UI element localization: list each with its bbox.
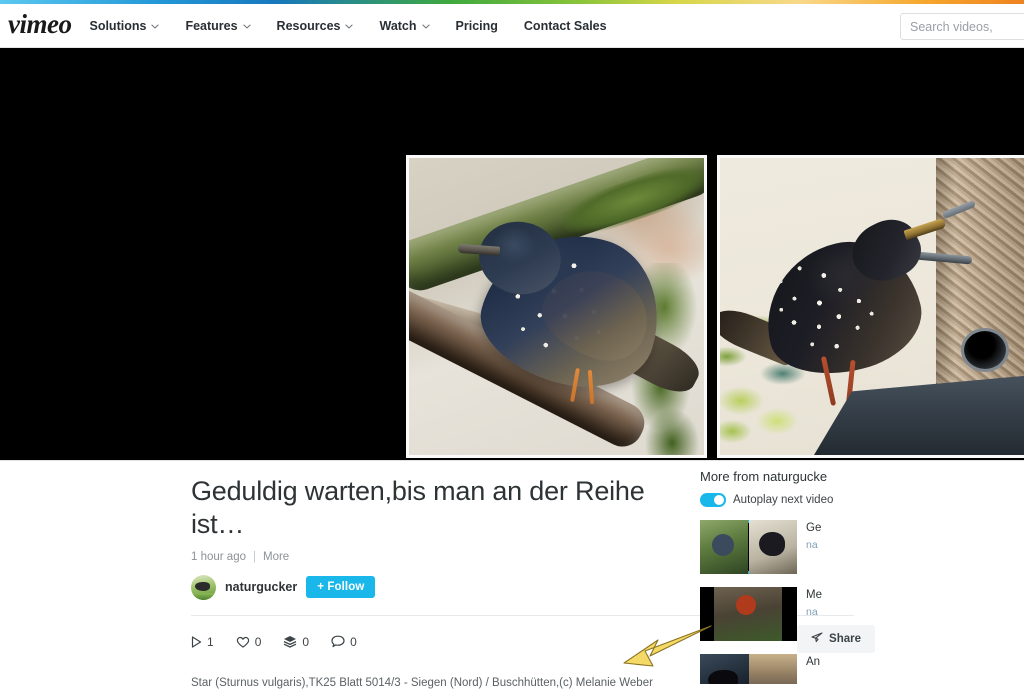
sidebar-video-item-3[interactable]: An: [700, 654, 833, 684]
stat-likes[interactable]: 0: [236, 634, 262, 649]
stat-comments[interactable]: 0: [331, 635, 357, 649]
thumbnail-meta: Me na: [806, 587, 822, 618]
site-header: vimeo Solutions Features Resources Watch: [0, 4, 1024, 48]
autoplay-row: Autoplay next video: [700, 493, 833, 507]
video-title: Geduldig warten,bis man an der Reihe ist…: [191, 476, 645, 539]
thumbnail-meta: An: [806, 654, 820, 673]
stat-collections[interactable]: 0: [283, 635, 309, 649]
nav-label-solutions: Solutions: [89, 18, 147, 33]
sidebar-video-title: An: [806, 656, 821, 668]
collection-icon: [283, 635, 297, 649]
starling-on-branch: [457, 212, 704, 421]
nav-item-watch[interactable]: Watch: [379, 18, 430, 33]
stat-value-plays: 1: [207, 634, 214, 649]
comment-icon: [331, 635, 345, 648]
video-frames: [406, 155, 1024, 458]
chevron-down-icon: [345, 24, 354, 29]
chevron-down-icon: [421, 24, 430, 29]
stat-value-likes: 0: [254, 634, 262, 649]
sidebar-video-author: na: [806, 539, 818, 551]
thumbnail-meta: Ge na: [806, 520, 821, 551]
more-link[interactable]: More: [263, 551, 289, 563]
video-frame-left: [406, 155, 707, 458]
main-navigation: Solutions Features Resources Watch Prici…: [89, 19, 632, 33]
thumb-art-left: [700, 520, 748, 574]
thumb-art-right: [749, 520, 797, 574]
thumb-art: [714, 587, 782, 641]
video-frame-right: [717, 155, 1024, 458]
search-input[interactable]: [900, 13, 1024, 40]
leg-right: [587, 369, 595, 405]
starling-legs: [567, 367, 617, 416]
nav-item-solutions[interactable]: Solutions: [89, 18, 160, 33]
stat-value-comments: 0: [350, 634, 357, 649]
sidebar-video-item-1[interactable]: Ge na: [700, 520, 833, 574]
nav-label-features: Features: [185, 18, 238, 33]
nav-item-contact-sales[interactable]: Contact Sales: [524, 19, 607, 33]
meta-divider: |: [253, 550, 256, 563]
leg-left: [570, 367, 580, 403]
stat-plays[interactable]: 1: [191, 635, 214, 649]
nav-label-resources: Resources: [276, 18, 341, 33]
sidebar-video-author: na: [806, 606, 818, 618]
starling-beak: [903, 217, 947, 241]
stat-value-collections: 0: [302, 634, 310, 649]
nav-label-contact-sales: Contact Sales: [523, 18, 607, 33]
nav-item-resources[interactable]: Resources: [277, 19, 354, 33]
video-player[interactable]: [0, 48, 1024, 460]
chevron-down-icon: [151, 24, 160, 29]
chevron-down-icon: [242, 24, 251, 29]
thumbnail: [700, 587, 797, 641]
nav-item-pricing[interactable]: Pricing: [456, 19, 498, 33]
heart-icon: [236, 636, 250, 648]
thumbnail: [700, 520, 797, 574]
sidebar-title: More from naturgucke: [700, 469, 828, 484]
nav-label-pricing: Pricing: [455, 18, 498, 33]
video-details-section: Geduldig warten,bis man an der Reihe ist…: [0, 460, 1024, 689]
leg-left: [820, 356, 837, 406]
avatar[interactable]: [191, 574, 216, 600]
autoplay-label: Autoplay next video: [733, 494, 833, 506]
search-container: [900, 13, 1024, 40]
vimeo-logo[interactable]: vimeo: [8, 11, 72, 38]
related-videos-sidebar: More from naturgucke Autoplay next video…: [700, 469, 833, 684]
feeder-port: [964, 331, 1006, 369]
thumb-art-right: [749, 654, 797, 684]
autoplay-toggle[interactable]: [700, 493, 726, 507]
follow-button[interactable]: + Follow: [306, 576, 376, 599]
share-label: Share: [829, 632, 861, 645]
nav-item-features[interactable]: Features: [185, 18, 251, 33]
sidebar-video-item-2[interactable]: Me na: [700, 587, 833, 641]
thumbnail: [700, 654, 797, 684]
sidebar-video-title: Ge: [806, 522, 822, 534]
play-icon: [191, 636, 202, 648]
nav-label-watch: Watch: [379, 18, 417, 33]
thumb-art-left: [700, 654, 749, 684]
upload-time: 1 hour ago: [191, 550, 246, 563]
author-name[interactable]: naturgucker: [225, 580, 297, 594]
sidebar-video-title: Me: [806, 589, 822, 601]
